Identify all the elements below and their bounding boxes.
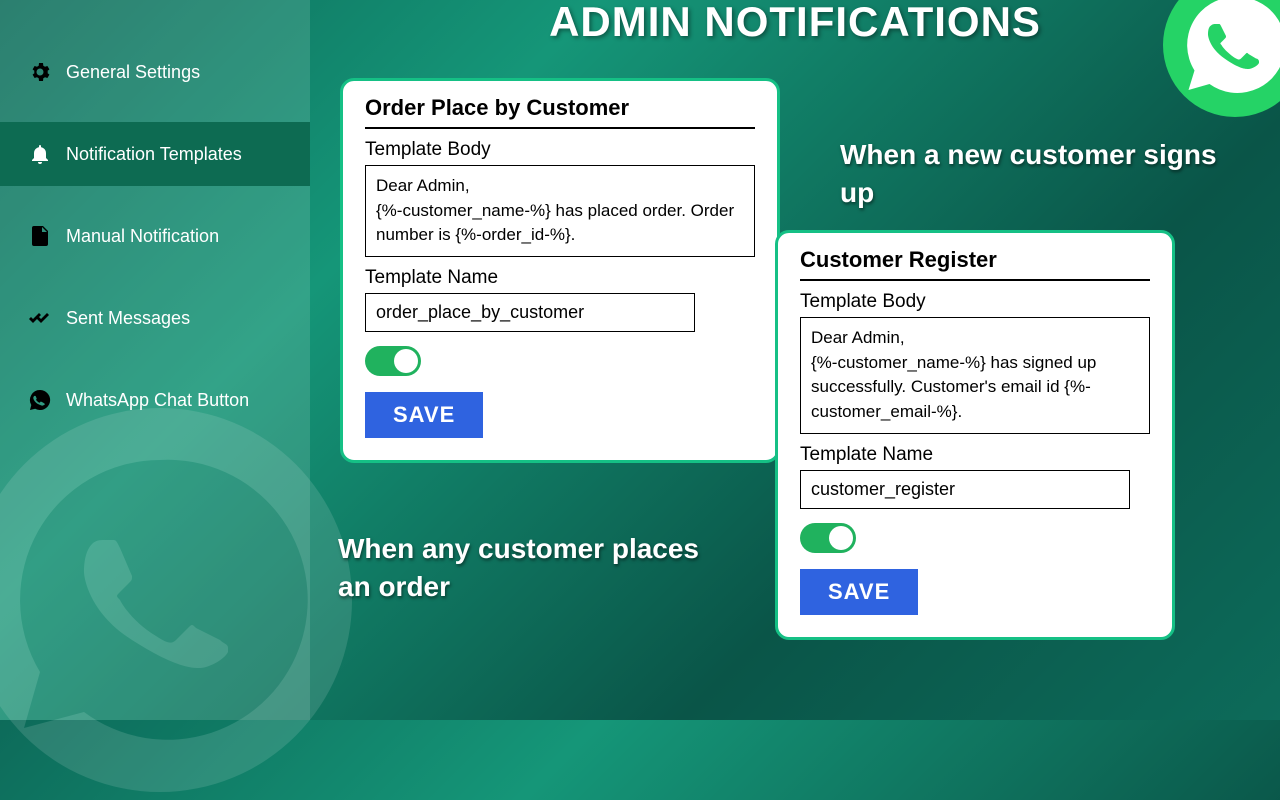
page-title: ADMIN NOTIFICATIONS: [310, 0, 1280, 46]
save-button[interactable]: SAVE: [800, 569, 918, 615]
callout-order-placed: When any customer places an order: [338, 530, 738, 606]
sidebar-item-general-settings[interactable]: General Settings: [0, 40, 310, 104]
enable-toggle[interactable]: [365, 346, 421, 376]
sidebar: General Settings Notification Templates …: [0, 0, 310, 720]
callout-signup: When a new customer signs up: [840, 136, 1240, 212]
template-name-input[interactable]: customer_register: [800, 470, 1130, 509]
template-name-label: Template Name: [800, 444, 1150, 466]
template-body-label: Template Body: [365, 139, 755, 161]
template-name-label: Template Name: [365, 267, 755, 289]
template-body-input[interactable]: Dear Admin, {%-customer_name-%} has plac…: [365, 165, 755, 257]
toggle-knob: [829, 526, 853, 550]
gear-icon: [28, 60, 52, 84]
template-body-input[interactable]: Dear Admin, {%-customer_name-%} has sign…: [800, 317, 1150, 434]
sidebar-item-label: Sent Messages: [66, 308, 190, 329]
sidebar-item-label: Manual Notification: [66, 226, 219, 247]
whatsapp-icon: [28, 388, 52, 412]
sidebar-item-whatsapp-chat-button[interactable]: WhatsApp Chat Button: [0, 368, 310, 432]
sidebar-item-manual-notification[interactable]: Manual Notification: [0, 204, 310, 268]
template-body-label: Template Body: [800, 291, 1150, 313]
sidebar-item-label: General Settings: [66, 62, 200, 83]
card-title: Order Place by Customer: [365, 95, 755, 129]
double-check-icon: [28, 306, 52, 330]
whatsapp-logo-icon: [1160, 0, 1280, 120]
save-button[interactable]: SAVE: [365, 392, 483, 438]
document-icon: [28, 224, 52, 248]
sidebar-item-label: WhatsApp Chat Button: [66, 390, 249, 411]
template-name-input[interactable]: order_place_by_customer: [365, 293, 695, 332]
sidebar-item-sent-messages[interactable]: Sent Messages: [0, 286, 310, 350]
enable-toggle[interactable]: [800, 523, 856, 553]
sidebar-item-notification-templates[interactable]: Notification Templates: [0, 122, 310, 186]
toggle-knob: [394, 349, 418, 373]
card-order-place: Order Place by Customer Template Body De…: [340, 78, 780, 463]
main-content: ADMIN NOTIFICATIONS When a new customer …: [310, 0, 1280, 720]
bell-icon: [28, 142, 52, 166]
card-customer-register: Customer Register Template Body Dear Adm…: [775, 230, 1175, 640]
card-title: Customer Register: [800, 247, 1150, 281]
sidebar-item-label: Notification Templates: [66, 144, 242, 165]
